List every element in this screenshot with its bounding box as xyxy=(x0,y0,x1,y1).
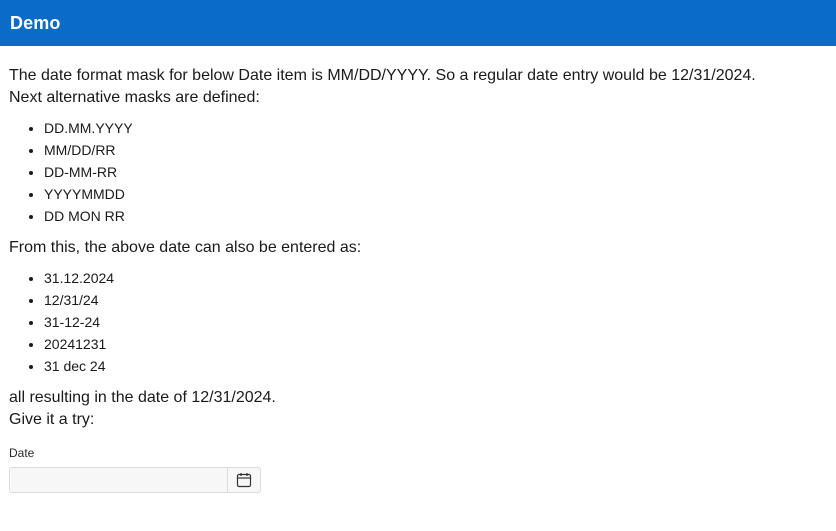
intro-text-line-1: The date format mask for below Date item… xyxy=(9,67,756,84)
date-picker xyxy=(9,467,261,493)
date-input[interactable] xyxy=(10,468,227,492)
outro-text-line-2: Give it a try: xyxy=(9,411,95,428)
intro-text-line-2: Next alternative masks are defined: xyxy=(9,89,260,106)
list-item-mask: DD.MM.YYYY xyxy=(44,117,827,139)
list-item-example: 31.12.2024 xyxy=(44,267,827,289)
list-item-mask: DD MON RR xyxy=(44,205,827,227)
example-entries-list: 31.12.2024 12/31/24 31-12-24 20241231 31… xyxy=(9,267,827,377)
date-field-label: Date xyxy=(9,446,35,460)
list-item-example: 31-12-24 xyxy=(44,311,827,333)
app-header: Demo xyxy=(0,0,836,46)
page-title: Demo xyxy=(10,12,61,33)
examples-intro-text: From this, the above date can also be en… xyxy=(9,239,362,256)
list-item-mask: YYYYMMDD xyxy=(44,183,827,205)
list-item-mask: DD-MM-RR xyxy=(44,161,827,183)
calendar-icon xyxy=(236,473,252,488)
main-content: The date format mask for below Date item… xyxy=(0,46,836,493)
calendar-button[interactable] xyxy=(227,468,260,492)
alternative-masks-list: DD.MM.YYYY MM/DD/RR DD-MM-RR YYYYMMDD DD… xyxy=(9,117,827,227)
list-item-example: 20241231 xyxy=(44,333,827,355)
list-item-example: 31 dec 24 xyxy=(44,355,827,377)
list-item-example: 12/31/24 xyxy=(44,289,827,311)
outro-text-line-1: all resulting in the date of 12/31/2024. xyxy=(9,389,276,406)
list-item-mask: MM/DD/RR xyxy=(44,139,827,161)
